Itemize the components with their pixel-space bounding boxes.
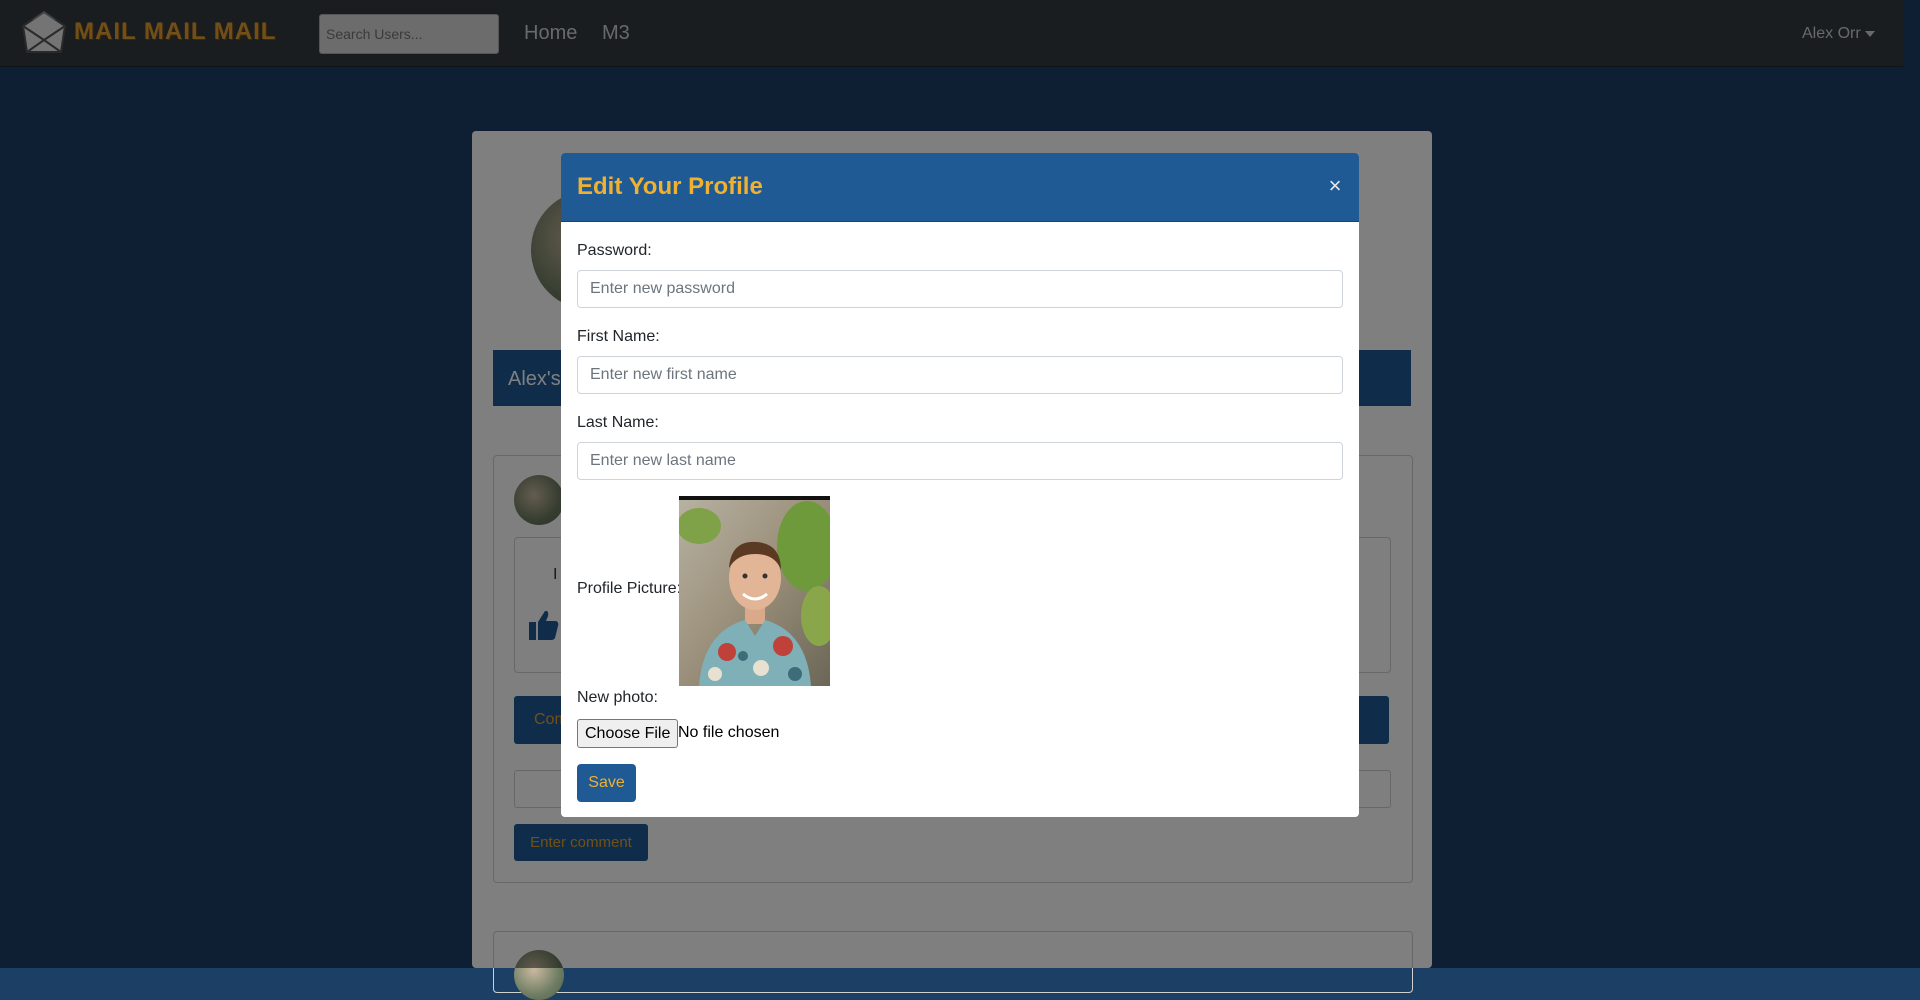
save-button[interactable]: Save: [577, 764, 636, 802]
first-name-input[interactable]: [577, 356, 1343, 394]
file-status-text: No file chosen: [678, 724, 780, 741]
choose-file-button[interactable]: Choose File: [577, 719, 679, 748]
modal-title: Edit Your Profile: [577, 173, 763, 200]
new-photo-label: New photo:: [577, 689, 658, 706]
profile-picture-label: Profile Picture:: [577, 580, 682, 597]
close-icon[interactable]: ×: [1324, 175, 1346, 197]
password-label: Password:: [577, 242, 652, 259]
edit-profile-modal: Edit Your Profile × Password: First Name…: [561, 153, 1359, 817]
modal-header: Edit Your Profile ×: [561, 153, 1359, 222]
first-name-label: First Name:: [577, 328, 660, 345]
last-name-input[interactable]: [577, 442, 1343, 480]
password-input[interactable]: [577, 270, 1343, 308]
profile-picture-image: [679, 496, 830, 686]
last-name-label: Last Name:: [577, 414, 659, 431]
